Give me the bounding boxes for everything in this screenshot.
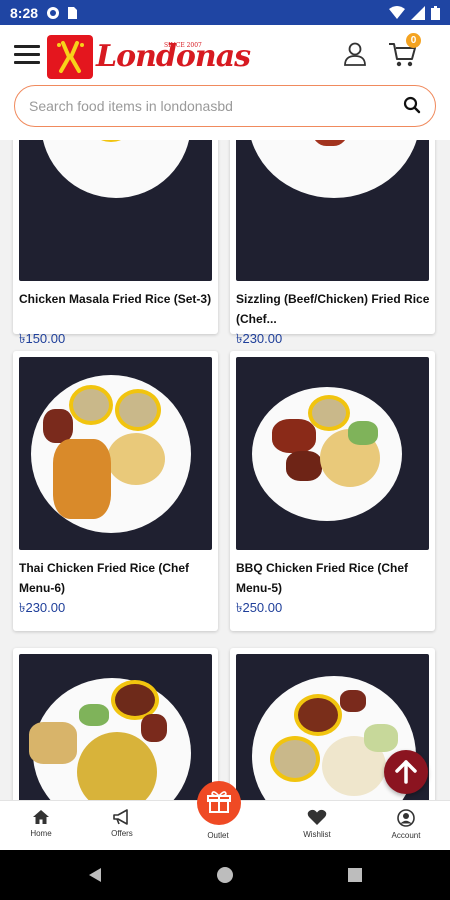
- product-image: [19, 140, 212, 281]
- logo-icon[interactable]: [47, 35, 93, 79]
- product-card[interactable]: BBQ Chicken Fried Rice (Chef Menu-5) ৳25…: [230, 351, 435, 631]
- nav-account-label: Account: [391, 831, 421, 840]
- product-price: ৳230.00: [236, 331, 283, 346]
- nav-outlet-label: Outlet: [207, 831, 229, 840]
- search-icon[interactable]: [403, 96, 421, 114]
- user-icon[interactable]: [342, 41, 368, 67]
- nav-outlet-label-wrap[interactable]: Outlet: [188, 831, 248, 840]
- product-name[interactable]: Chicken Masala Fried Rice (Set-3): [19, 289, 214, 309]
- search-input[interactable]: [29, 86, 399, 125]
- product-image: [236, 140, 429, 281]
- menu-bar: [14, 53, 40, 56]
- recents-icon[interactable]: [347, 867, 363, 883]
- wifi-icon: [389, 5, 405, 19]
- fork-spoon-icon: [57, 41, 84, 73]
- product-image: [19, 357, 212, 550]
- nav-home-label: Home: [30, 829, 52, 838]
- bottom-navigation: Home Offers Outlet Wishlist Account: [0, 781, 450, 850]
- account-icon: [397, 809, 415, 827]
- notification-icon: [47, 6, 60, 19]
- product-price: ৳250.00: [236, 600, 283, 615]
- nav-account[interactable]: Account: [376, 809, 436, 840]
- sd-card-icon: [68, 6, 78, 19]
- app-header: Londonas SINCE 2007 0: [0, 25, 450, 140]
- menu-bar: [14, 61, 40, 64]
- product-card[interactable]: [13, 648, 218, 800]
- back-icon[interactable]: [86, 866, 104, 884]
- product-card[interactable]: Sizzling (Beef/Chicken) Fried Rice (Chef…: [230, 140, 435, 346]
- nav-offers-label: Offers: [111, 829, 133, 838]
- cart-count-badge: 0: [406, 33, 421, 48]
- nav-home[interactable]: Home: [11, 809, 71, 838]
- product-price: ৳230.00: [19, 600, 66, 615]
- status-time: 8:28: [10, 4, 39, 21]
- heart-icon: [307, 809, 327, 825]
- product-price: ৳150.00: [19, 331, 66, 346]
- product-image: [236, 357, 429, 550]
- megaphone-icon: [113, 809, 128, 825]
- product-name[interactable]: Sizzling (Beef/Chicken) Fried Rice (Chef…: [236, 289, 431, 329]
- home-circle-icon[interactable]: [216, 866, 234, 884]
- home-icon: [33, 810, 49, 824]
- scroll-top-button[interactable]: [384, 750, 428, 794]
- battery-icon: [431, 5, 440, 20]
- product-name[interactable]: Thai Chicken Fried Rice (Chef Menu-6): [19, 558, 214, 598]
- gift-icon: [207, 791, 231, 813]
- product-card[interactable]: Chicken Masala Fried Rice (Set-3) ৳150.0…: [13, 140, 218, 346]
- logo-since: SINCE 2007: [164, 42, 202, 49]
- nav-wishlist[interactable]: Wishlist: [287, 809, 347, 839]
- status-bar: 8:28: [0, 0, 450, 25]
- menu-button[interactable]: [14, 45, 40, 67]
- signal-icon: [411, 5, 425, 20]
- product-card[interactable]: Thai Chicken Fried Rice (Chef Menu-6) ৳2…: [13, 351, 218, 631]
- nav-offers[interactable]: Offers: [92, 809, 152, 838]
- product-name[interactable]: BBQ Chicken Fried Rice (Chef Menu-5): [236, 558, 431, 598]
- arrow-up-icon: [395, 760, 417, 784]
- product-grid: Chicken Masala Fried Rice (Set-3) ৳150.0…: [0, 140, 450, 800]
- product-image: [19, 654, 212, 800]
- menu-bar: [14, 45, 40, 48]
- nav-wishlist-label: Wishlist: [303, 830, 331, 839]
- search-bar: [14, 85, 436, 127]
- outlet-button[interactable]: [197, 781, 241, 825]
- system-navigation-bar: [0, 850, 450, 900]
